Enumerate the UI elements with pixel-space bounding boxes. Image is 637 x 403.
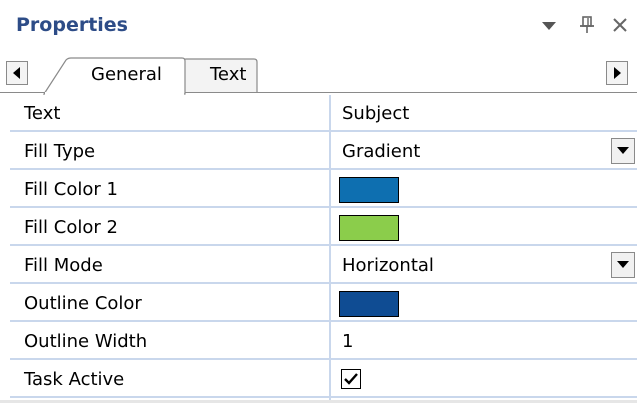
fill-type-select[interactable]: Gradient	[342, 141, 420, 162]
chevron-down-icon	[617, 261, 629, 268]
property-row-outline-color: Outline Color	[10, 285, 637, 322]
property-row-fill-type: Fill Type Gradient	[10, 133, 637, 170]
property-label: Outline Color	[24, 293, 142, 314]
property-row-task-active: Task Active	[10, 361, 637, 398]
property-label: Text	[24, 103, 61, 124]
tab-general[interactable]: General	[91, 64, 162, 85]
text-value-field[interactable]: Subject	[342, 103, 409, 124]
property-row-fill-mode: Fill Mode Horizontal	[10, 247, 637, 284]
property-label: Task Active	[24, 369, 125, 390]
close-icon[interactable]	[609, 14, 631, 36]
property-row-fill-color-1: Fill Color 1	[10, 171, 637, 208]
property-label: Fill Mode	[24, 255, 103, 276]
title-bar: Properties	[0, 0, 637, 50]
panel-title: Properties	[16, 14, 128, 36]
fill-color-1-swatch[interactable]	[339, 177, 399, 203]
fill-type-dropdown-button[interactable]	[611, 138, 635, 164]
property-label: Fill Type	[24, 141, 96, 162]
fill-color-2-swatch[interactable]	[339, 215, 399, 241]
properties-panel: Properties General Text Text Subject Fil…	[0, 0, 637, 403]
dropdown-arrow-icon[interactable]	[538, 14, 560, 36]
pin-icon[interactable]	[576, 14, 598, 36]
tab-text[interactable]: Text	[210, 64, 246, 85]
property-label: Fill Color 1	[24, 179, 118, 200]
chevron-down-icon	[617, 147, 629, 154]
property-row-text: Text Subject	[10, 95, 637, 132]
checkmark-icon	[344, 373, 358, 385]
outline-color-swatch[interactable]	[339, 291, 399, 317]
property-row-fill-color-2: Fill Color 2	[10, 209, 637, 246]
fill-mode-select[interactable]: Horizontal	[342, 255, 434, 276]
property-label: Fill Color 2	[24, 217, 118, 238]
property-row-outline-width: Outline Width 1	[10, 323, 637, 360]
task-active-checkbox[interactable]	[341, 369, 361, 389]
outline-width-field[interactable]: 1	[342, 331, 353, 352]
fill-mode-dropdown-button[interactable]	[611, 252, 635, 278]
property-label: Outline Width	[24, 331, 148, 352]
